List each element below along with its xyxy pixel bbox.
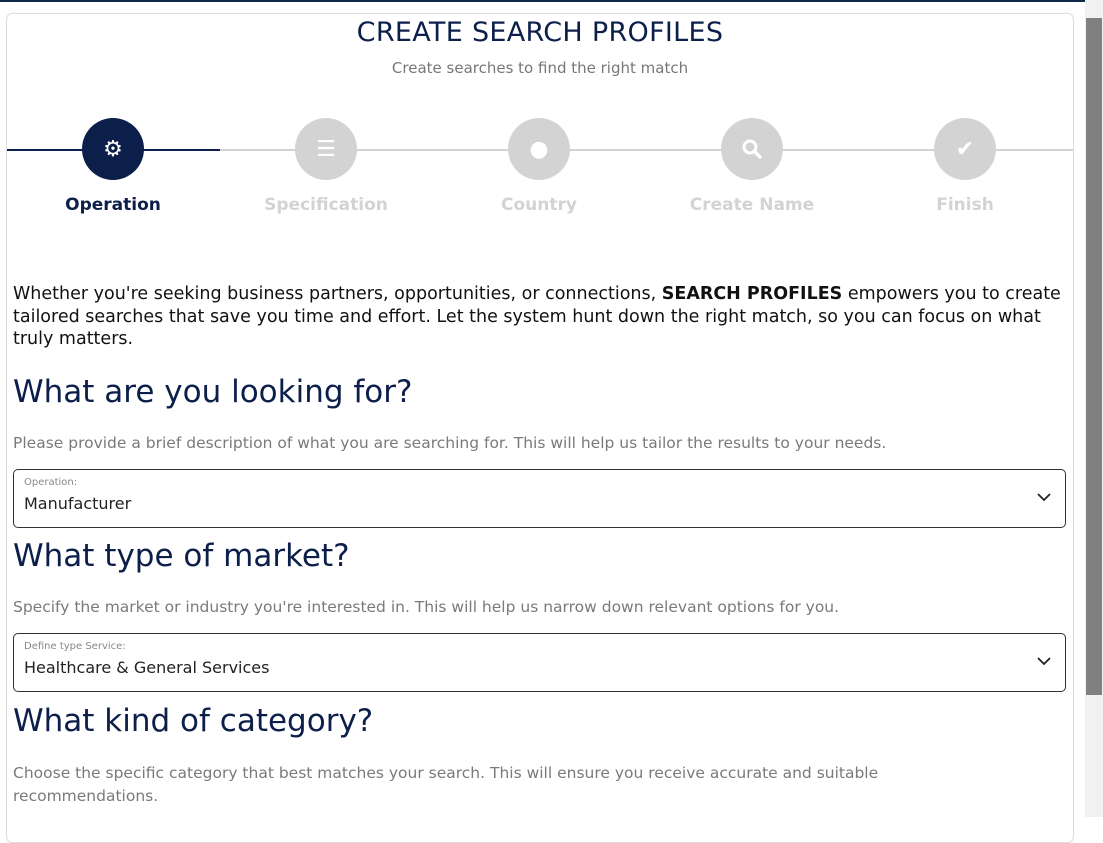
check-icon: ✔ <box>955 136 975 162</box>
step-specification[interactable]: ☰ <box>295 118 357 180</box>
top-border <box>0 0 1085 2</box>
chevron-down-icon <box>1037 657 1051 666</box>
section-description: Specify the market or industry you're in… <box>13 598 840 616</box>
field-label: Define type Service: <box>24 641 126 652</box>
gear-icon: ⚙ <box>103 136 123 162</box>
chevron-down-icon <box>1037 493 1051 502</box>
service-type-select[interactable]: Define type Service: Healthcare & Genera… <box>13 633 1066 692</box>
field-label: Operation: <box>24 477 78 488</box>
section-description: Choose the specific category that best m… <box>13 764 879 805</box>
section-description: Please provide a brief description of wh… <box>13 434 887 452</box>
step-label-operation[interactable]: Operation <box>13 195 213 215</box>
globe-icon: ● <box>529 136 549 162</box>
scrollbar-thumb[interactable] <box>1086 18 1102 695</box>
section-heading-market: What type of market? <box>13 538 350 574</box>
step-finish[interactable]: ✔ <box>934 118 996 180</box>
step-country[interactable]: ● <box>508 118 570 180</box>
field-value: Healthcare & General Services <box>24 658 270 677</box>
step-label-specification[interactable]: Specification <box>226 195 426 215</box>
step-label-finish[interactable]: Finish <box>865 195 1065 215</box>
field-value: Manufacturer <box>24 494 132 513</box>
step-create-name[interactable] <box>721 118 783 180</box>
step-label-country[interactable]: Country <box>439 195 639 215</box>
section-heading-looking-for: What are you looking for? <box>13 374 413 410</box>
intro-text: Whether you're seeking business partners… <box>13 284 1061 349</box>
step-label-create-name[interactable]: Create Name <box>652 195 852 215</box>
operation-select[interactable]: Operation: Manufacturer <box>13 469 1066 528</box>
step-operation[interactable]: ⚙ <box>82 118 144 180</box>
list-icon: ☰ <box>316 136 336 162</box>
page-title: CREATE SEARCH PROFILES <box>356 17 724 48</box>
section-heading-category: What kind of category? <box>13 703 374 739</box>
search-icon <box>742 139 762 159</box>
scrollbar[interactable] <box>1085 0 1103 817</box>
page-subtitle: Create searches to find the right match <box>391 59 689 77</box>
